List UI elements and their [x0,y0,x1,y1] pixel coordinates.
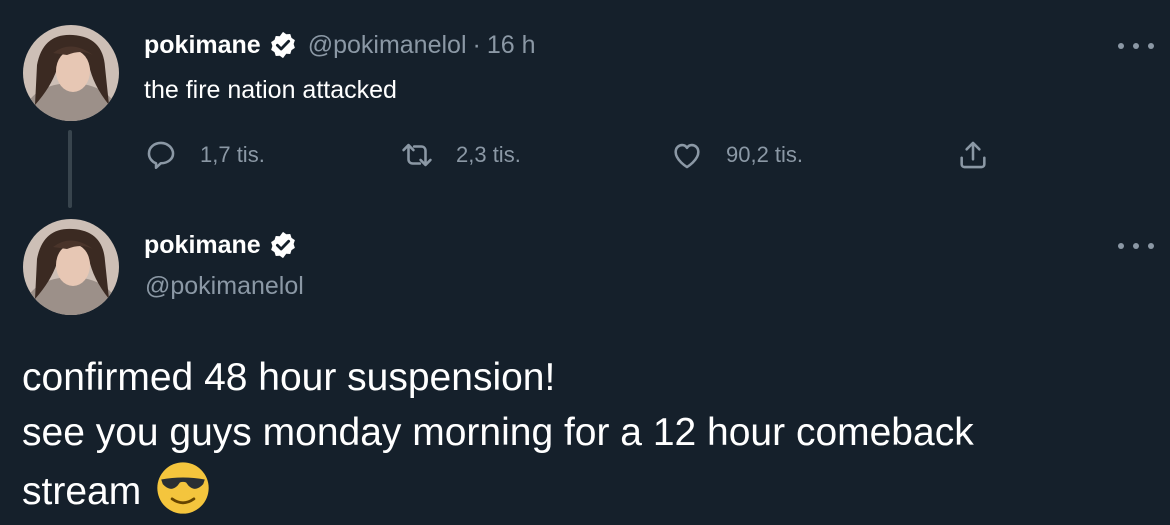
more-options-icon[interactable] [1118,40,1154,52]
retweet-icon [402,143,432,167]
verified-badge-icon [270,231,295,259]
tweet-text-line: see you guys monday morning for a 12 hou… [22,411,974,454]
separator-dot: · [472,30,481,59]
reply-icon [147,141,175,170]
share-icon [960,141,986,169]
handle[interactable]: @pokimanelol [145,272,304,301]
like-button[interactable]: 90,2 tis. [670,138,803,172]
reply-button[interactable]: 1,7 tis. [144,138,265,172]
verified-badge-icon [270,31,295,59]
tweet2-header: pokimane [144,230,298,260]
sunglasses-face-emoji [157,462,209,514]
display-name[interactable]: pokimane [144,31,261,60]
retweet-count: 2,3 tis. [456,142,521,167]
tweet-text-line: stream [22,470,142,513]
like-icon [674,143,700,169]
tweet-actions: 1,7 tis. 2,3 tis. 90,2 tis. [144,138,1004,178]
more-options-icon[interactable] [1118,240,1154,252]
avatar[interactable] [23,25,119,121]
tweet1-header: pokimane @pokimanelol · 16 h [144,30,536,60]
retweet-button[interactable]: 2,3 tis. [400,138,521,172]
display-name[interactable]: pokimane [144,231,261,260]
handle[interactable]: @pokimanelol [308,31,467,60]
tweet-text-line: confirmed 48 hour suspension! [22,356,556,399]
timestamp[interactable]: 16 h [487,31,536,60]
reply-count: 1,7 tis. [200,142,265,167]
tweet-text: confirmed 48 hour suspension! see you gu… [22,350,1152,519]
avatar[interactable] [23,219,119,315]
tweet-thread: pokimane @pokimanelol · 16 h the fire na… [0,0,1170,525]
tweet-text: the fire nation attacked [144,76,397,104]
thread-connector-line [68,130,72,208]
tweet-text-last-line: stream [22,460,1152,519]
like-count: 90,2 tis. [726,142,804,167]
share-button[interactable] [956,138,990,172]
